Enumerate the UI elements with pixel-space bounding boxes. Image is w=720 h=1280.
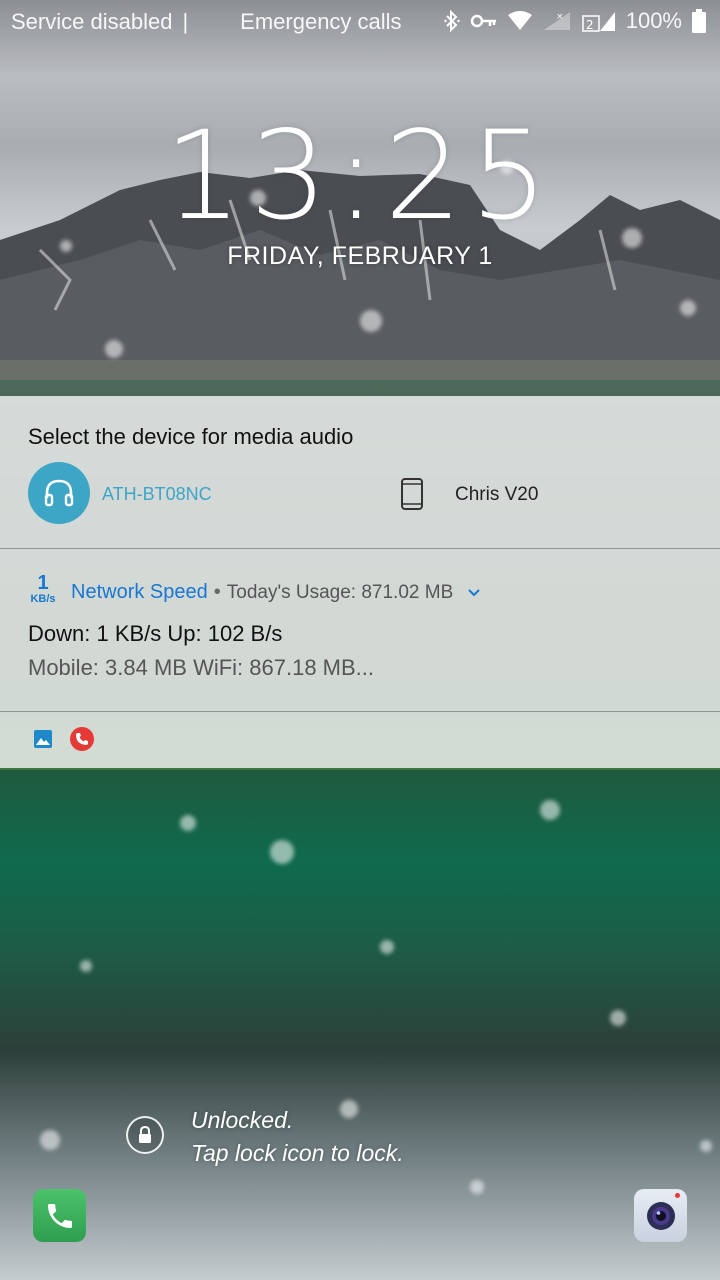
badge-unit: KB/s (30, 593, 56, 605)
unlock-status-line1: Unlocked. (191, 1107, 294, 1133)
header-dot: • (213, 581, 221, 603)
camera-shortcut-icon[interactable] (634, 1189, 687, 1242)
headphones-icon[interactable] (28, 462, 90, 524)
clock-colon: : (335, 105, 385, 247)
unlock-status-line2: Tap lock icon to lock. (191, 1140, 404, 1166)
missed-call-icon (70, 727, 94, 751)
sim-signal-icon: 2 (581, 12, 615, 32)
media-audio-card[interactable]: Select the device for media audio ATH-BT… (0, 396, 720, 548)
clock-minutes: 25 (384, 105, 556, 247)
svg-text:×: × (556, 12, 564, 22)
phone-shortcut-icon[interactable] (33, 1189, 86, 1242)
clock-hours: 13 (164, 105, 336, 247)
lockscreen-date: FRIDAY, FEBRUARY 1 (227, 242, 493, 270)
emergency-calls-text: Emergency calls (240, 9, 402, 34)
camera-indicator-dot (675, 1193, 680, 1198)
todays-usage: Today's Usage: 871.02 MB (226, 582, 454, 603)
lockscreen-clock: 13:25 (0, 105, 720, 247)
network-usage-line: Mobile: 3.84 MB WiFi: 867.18 MB... (28, 655, 375, 680)
svg-text:2: 2 (586, 18, 594, 32)
network-card-header: Network Speed • Today's Usage: 871.02 MB (71, 581, 481, 604)
network-speed-line: Down: 1 KB/s Up: 102 B/s (28, 621, 283, 646)
wifi-icon (507, 11, 532, 30)
signal-icon: × (543, 12, 570, 30)
image-icon (34, 730, 52, 748)
battery-icon (692, 9, 706, 33)
device-option-phone[interactable]: Chris V20 (455, 484, 538, 506)
status-separator: | (182, 9, 189, 34)
carrier-status: Service disabled (11, 9, 173, 34)
phone-icon[interactable] (400, 477, 424, 511)
key-icon (470, 14, 496, 28)
device-option-headphones[interactable]: ATH-BT08NC (102, 484, 212, 505)
chevron-down-icon[interactable] (467, 588, 481, 598)
wallpaper-lake (0, 770, 720, 1280)
network-app-name: Network Speed (71, 581, 208, 603)
battery-percent: 100% (625, 8, 682, 33)
badge-value: 1 (37, 572, 49, 594)
notification-panel: Select the device for media audio ATH-BT… (0, 396, 720, 768)
network-speed-badge: 1 KB/s (26, 573, 60, 605)
lock-icon (139, 1126, 151, 1143)
status-bar: Service disabled | Emergency calls × 2 100… (0, 0, 720, 44)
bluetooth-icon (444, 10, 460, 32)
media-audio-title: Select the device for media audio (28, 424, 354, 449)
lock-button[interactable] (126, 1116, 164, 1154)
collapsed-notification-icons[interactable] (0, 712, 720, 768)
network-speed-card[interactable]: 1 KB/s Network Speed • Today's Usage: 871.… (0, 549, 720, 711)
unlock-status-text: Unlocked. Tap lock icon to lock. (191, 1104, 404, 1170)
